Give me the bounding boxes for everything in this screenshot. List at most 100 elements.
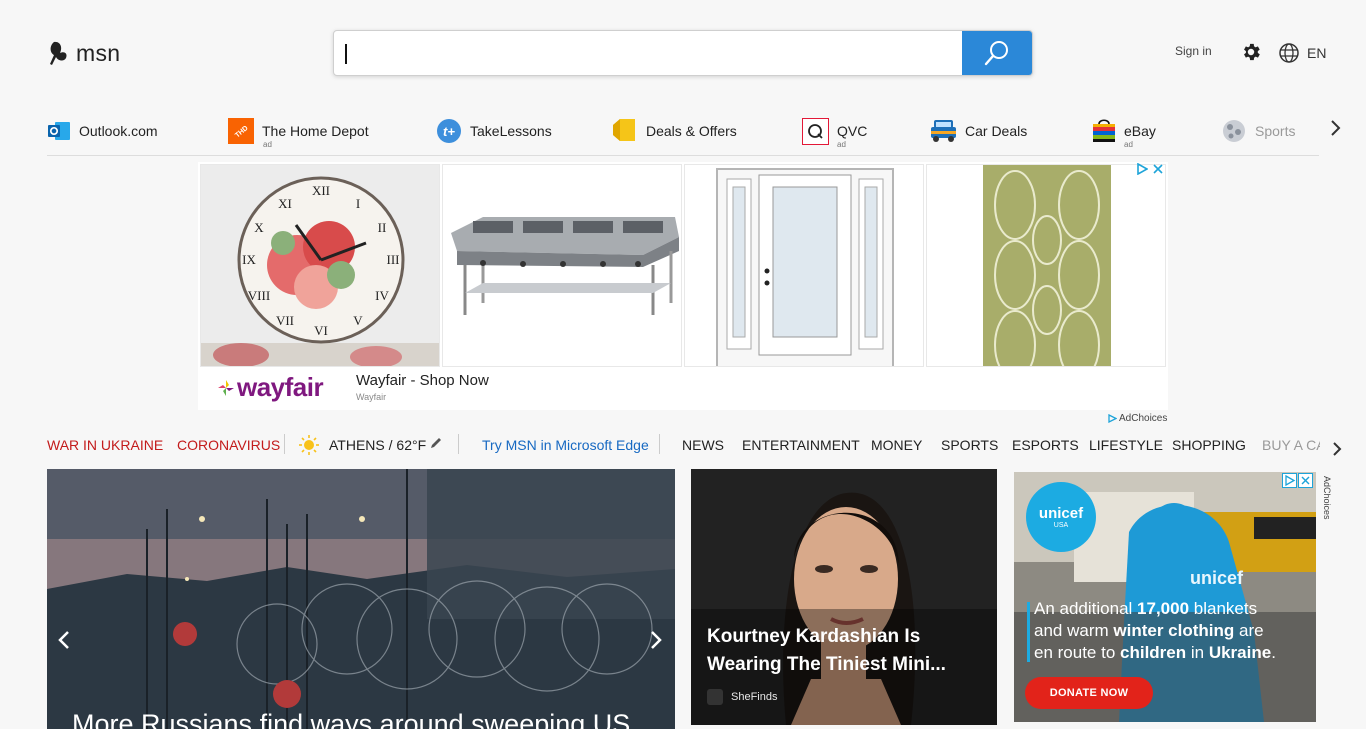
unicef-logo: unicef USA	[1026, 482, 1096, 552]
sun-weather-icon	[299, 435, 319, 455]
search-icon	[984, 41, 1008, 66]
nav-sports[interactable]: SPORTS	[941, 437, 998, 453]
unicef-ad-controls	[1282, 473, 1313, 488]
language-selector[interactable]: EN	[1278, 42, 1326, 64]
unicef-logo-sub: USA	[1053, 522, 1069, 529]
sports-ball-icon	[1223, 120, 1245, 142]
hero-headline[interactable]: More Russians find ways around sweeping …	[72, 709, 630, 729]
steam-table-image	[443, 165, 681, 366]
quick-link-home-depot[interactable]: THD The Home Depot ad	[228, 114, 369, 149]
sign-in-link[interactable]: Sign in	[1175, 44, 1212, 58]
try-msn-edge-link[interactable]: Try MSN in Microsoft Edge	[482, 437, 649, 453]
wayfair-logo[interactable]: wayfair	[218, 372, 324, 403]
unicef-shirt-text: unicef	[1190, 568, 1244, 588]
svg-text:I: I	[356, 196, 360, 211]
msn-logo-text: msn	[76, 39, 121, 66]
qvc-icon	[802, 117, 829, 145]
outlook-icon	[48, 122, 70, 140]
pencil-edit-icon[interactable]	[429, 436, 443, 450]
category-nav-bar: WAR IN UKRAINE CORONAVIRUS ATHENS / 62°F…	[47, 432, 1347, 456]
quick-link-label: TakeLessons	[470, 123, 552, 139]
quick-link-ebay[interactable]: eBay ad	[1092, 114, 1156, 149]
msg-text: in	[1186, 643, 1209, 662]
svg-text:XI: XI	[278, 196, 292, 211]
news-card-kourtney[interactable]: Kourtney Kardashian Is Wearing The Tinie…	[691, 469, 997, 725]
home-depot-icon: THD	[228, 118, 254, 144]
wayfair-ad-banner[interactable]: XII VI IX III XI I II IV V VII VIII X	[198, 162, 1168, 410]
search-box[interactable]	[333, 30, 1033, 76]
chevron-left-icon	[58, 631, 69, 649]
nav-lifestyle[interactable]: LIFESTYLE	[1089, 437, 1163, 453]
card-headline[interactable]: Kourtney Kardashian Is Wearing The Tinie…	[707, 623, 977, 679]
nav-news[interactable]: NEWS	[682, 437, 724, 453]
close-icon[interactable]	[1298, 473, 1313, 488]
msg-bold: Ukraine	[1208, 643, 1272, 662]
nav-next-button[interactable]	[1330, 440, 1344, 463]
quick-link-label: Deals & Offers	[646, 123, 737, 139]
carousel-prev-button[interactable]	[57, 629, 71, 656]
nav-shopping[interactable]: SHOPPING	[1172, 437, 1246, 453]
chevron-right-icon	[1331, 120, 1341, 136]
nav-divider	[458, 434, 459, 454]
nav-entertainment[interactable]: ENTERTAINMENT	[742, 437, 860, 453]
globe-icon	[1279, 43, 1299, 63]
nav-esports[interactable]: ESPORTS	[1012, 437, 1079, 453]
quick-link-label: Car Deals	[965, 123, 1028, 139]
ad-product-door[interactable]	[684, 164, 924, 367]
takelessons-icon: t+	[437, 119, 461, 143]
msn-logo[interactable]: msn	[48, 38, 120, 68]
door-image	[685, 165, 923, 366]
ad-title[interactable]: Wayfair - Shop Now	[356, 372, 489, 389]
adchoices-play-icon[interactable]	[1282, 473, 1297, 488]
quick-link-car-deals[interactable]: Car Deals	[930, 114, 1027, 148]
quick-links-next-button[interactable]	[1328, 118, 1344, 143]
hero-carousel[interactable]: More Russians find ways around sweeping …	[47, 469, 675, 729]
donate-now-button[interactable]: DONATE NOW	[1025, 677, 1153, 709]
msg-text: are	[1234, 621, 1264, 640]
portrait-image	[691, 469, 997, 725]
nav-coronavirus[interactable]: CORONAVIRUS	[177, 437, 280, 453]
quick-link-takelessons[interactable]: t+ TakeLessons	[436, 114, 552, 148]
ad-marker: ad	[263, 140, 272, 149]
unicef-logo-text: unicef	[1038, 505, 1084, 522]
chevron-right-icon	[1333, 442, 1342, 456]
svg-text:III: III	[387, 252, 400, 267]
svg-text:XII: XII	[312, 183, 330, 198]
nav-war-in-ukraine[interactable]: WAR IN UKRAINE	[47, 437, 163, 453]
weather-location[interactable]: ATHENS / 62°F	[329, 437, 426, 453]
carousel-next-button[interactable]	[649, 629, 663, 656]
quick-link-qvc[interactable]: QVC ad	[802, 114, 867, 149]
svg-text:V: V	[353, 313, 363, 328]
unicef-ad[interactable]: unicef USA unicef An additional 17,000 b…	[1014, 472, 1316, 722]
search-input[interactable]	[334, 31, 962, 75]
ad-product-steam-table[interactable]	[442, 164, 682, 367]
ad-product-clock[interactable]: XII VI IX III XI I II IV V VII VIII X	[200, 164, 440, 367]
msg-text: An additional	[1034, 599, 1138, 618]
adchoices-vertical-label[interactable]: AdChoices	[1322, 476, 1332, 520]
ad-marker: ad	[1124, 140, 1133, 149]
ad-product-wallpaper[interactable]	[926, 164, 1166, 367]
close-icon[interactable]	[1152, 163, 1164, 175]
card-source[interactable]: SheFinds	[731, 691, 777, 703]
adchoices-play-icon[interactable]	[1136, 163, 1148, 175]
settings-button[interactable]	[1240, 41, 1262, 68]
svg-text:X: X	[254, 220, 264, 235]
quick-link-deals[interactable]: Deals & Offers	[610, 114, 737, 148]
quick-link-outlook[interactable]: Outlook.com	[47, 114, 158, 148]
wall-clock-image: XIIVI IX III XI I IIIV VVII VIIIX	[201, 165, 439, 366]
svg-text:II: II	[378, 220, 387, 235]
quick-link-sports[interactable]: Sports	[1221, 114, 1295, 148]
source-logo-icon	[707, 689, 723, 705]
nav-money[interactable]: MONEY	[871, 437, 922, 453]
svg-text:IX: IX	[242, 252, 256, 267]
svg-text:VI: VI	[314, 323, 328, 338]
ebay-bag-icon	[1093, 119, 1115, 142]
msg-text: and warm	[1034, 621, 1114, 640]
search-button[interactable]	[962, 31, 1032, 75]
msg-bold: winter clothing	[1113, 621, 1235, 640]
msg-text: en route to	[1034, 643, 1121, 662]
msg-bold: 17,000	[1137, 599, 1190, 618]
quick-link-label: Outlook.com	[79, 123, 158, 139]
adchoices-link[interactable]: AdChoices	[1108, 413, 1167, 424]
nav-buy-a-car[interactable]: BUY A CA	[1262, 437, 1320, 453]
